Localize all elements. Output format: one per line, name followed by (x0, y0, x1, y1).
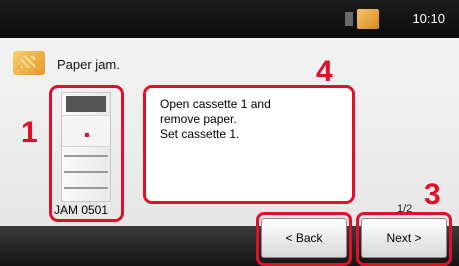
cassette-slot (64, 187, 108, 189)
printer-panel (62, 115, 110, 147)
next-button[interactable]: Next > (361, 218, 447, 258)
jam-location-marker (85, 133, 89, 137)
printer-illustration (61, 92, 111, 202)
paper-jam-icon (13, 51, 45, 75)
message-line: Open cassette 1 and (160, 97, 271, 111)
jam-code: JAM 0501 (54, 203, 109, 217)
jam-title: Paper jam. (57, 57, 120, 72)
cassette-slot (64, 155, 108, 157)
clock-time: 10:10 (412, 11, 445, 26)
document-status-icon (345, 9, 379, 29)
back-button[interactable]: < Back (261, 218, 347, 258)
callout-1: 1 (21, 116, 38, 149)
status-bar: 10:10 (0, 0, 459, 38)
printer-top (66, 96, 106, 112)
callout-3: 3 (424, 178, 441, 211)
message-line: Set cassette 1. (160, 127, 240, 141)
message-line: remove paper. (160, 112, 237, 126)
callout-4: 4 (316, 55, 333, 88)
cassette-slot (64, 171, 108, 173)
